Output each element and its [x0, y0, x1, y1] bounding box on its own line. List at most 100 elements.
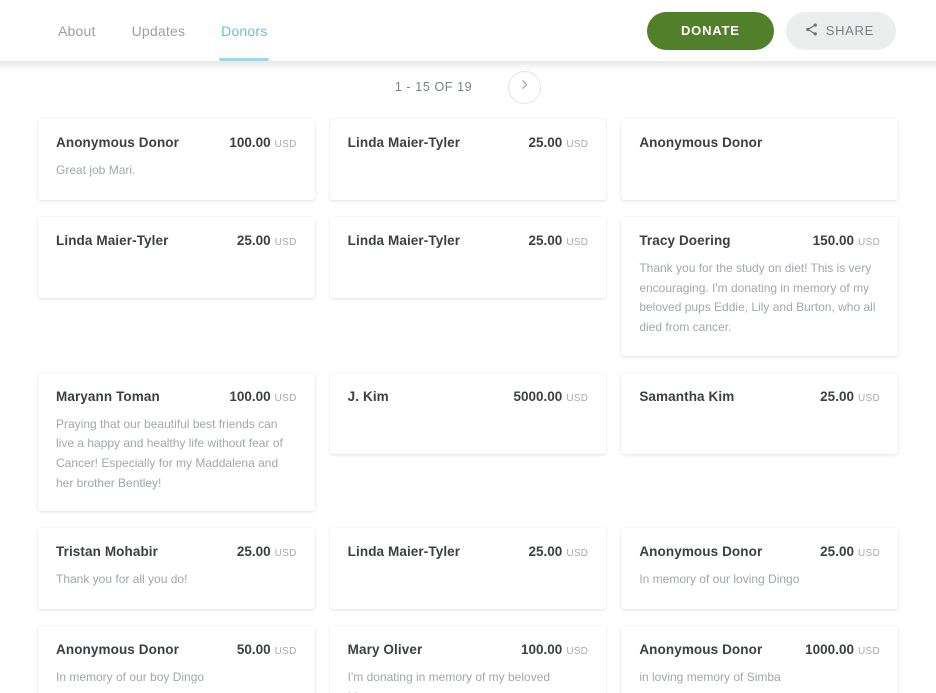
donor-message: Thank you for the study on diet! This is… [639, 261, 876, 335]
tab-bar: About Updates Donors [40, 0, 285, 61]
donor-amount-group: 25.00 USD [820, 544, 880, 559]
donor-name: Linda Maier-Tyler [347, 544, 461, 560]
donor-card-header: Linda Maier-Tyler 25.00 USD [348, 233, 589, 248]
donor-card-header: Linda Maier-Tyler 25.00 USD [56, 233, 297, 248]
donor-card: Tristan Mohabir 25.00 USD Thank you for all… [38, 528, 315, 610]
donate-button[interactable]: DONATE [646, 11, 774, 50]
donor-card: Samantha Kim 25.00 USD [621, 372, 898, 454]
donor-card: J. Kim 5000.00 USD [329, 372, 607, 454]
donor-currency: USD [274, 237, 297, 248]
share-button-label: SHARE [825, 23, 874, 38]
donor-card: Anonymous Donor [621, 119, 898, 200]
donor-card-header: Linda Maier-Tyler 25.00 USD [348, 544, 589, 559]
donor-card: Mary Oliver 100.00 USD I'm donating in memo… [329, 626, 607, 693]
donor-amount: 100.00 [521, 642, 563, 658]
tab-donors[interactable]: Donors [203, 0, 285, 61]
donor-currency: USD [857, 392, 880, 404]
donor-amount-group: 100.00 USD [229, 135, 296, 150]
donor-message: I'm donating in memory of my beloved Mor… [347, 670, 551, 693]
donor-message: Thank you for all you do! [56, 572, 188, 587]
donor-name: Anonymous Donor [639, 642, 763, 658]
donor-name: Linda Maier-Tyler [56, 233, 169, 248]
donor-currency: USD [274, 548, 297, 560]
donor-name: Anonymous Donor [639, 135, 763, 150]
donor-amount: 25.00 [820, 544, 854, 560]
donor-currency: USD [274, 392, 297, 404]
donor-card: Linda Maier-Tyler 25.00 USD [38, 217, 315, 298]
donor-amount-group: 100.00 USD [521, 642, 588, 657]
donor-name: Tristan Mohabir [56, 544, 159, 560]
donor-card: Maryann Toman 100.00 USD Praying that our b… [38, 372, 315, 512]
donor-name: Anonymous Donor [56, 135, 179, 150]
tab-updates[interactable]: Updates [114, 0, 204, 61]
donor-amount-group: 25.00 USD [820, 389, 880, 404]
donor-card: Anonymous Donor 25.00 USD In memory of our … [621, 528, 898, 610]
donor-card-header: Anonymous Donor 50.00 USD [56, 642, 297, 657]
tab-active-underline [219, 58, 270, 61]
donor-name: Tracy Doering [639, 233, 731, 248]
donor-amount: 1000.00 [805, 642, 854, 658]
donor-message: in loving memory of Simba [639, 670, 781, 685]
donor-amount-group: 1000.00 USD [805, 642, 880, 657]
donor-card-header: Tristan Mohabir 25.00 USD [56, 544, 297, 559]
donor-amount-group: 25.00 USD [237, 544, 297, 559]
donor-amount: 25.00 [236, 233, 271, 248]
donor-currency: USD [566, 237, 589, 248]
donor-amount: 25.00 [820, 388, 854, 404]
donor-amount: 100.00 [229, 388, 271, 404]
donor-name: Mary Oliver [347, 642, 423, 658]
donor-currency: USD [274, 646, 297, 658]
donor-name: Linda Maier-Tyler [347, 135, 461, 150]
donor-name: Anonymous Donor [639, 544, 763, 560]
donor-name: Linda Maier-Tyler [347, 233, 461, 248]
donor-amount: 25.00 [528, 233, 563, 248]
donor-currency: USD [857, 237, 880, 248]
next-page-button[interactable] [508, 70, 542, 104]
donor-amount: 150.00 [812, 233, 854, 248]
donor-amount-group: 100.00 USD [229, 389, 296, 404]
donor-card-header: J. Kim 5000.00 USD [348, 389, 589, 404]
donor-amount: 25.00 [528, 544, 563, 560]
donor-amount-group: 50.00 USD [237, 642, 297, 657]
donor-currency: USD [566, 392, 589, 404]
donor-message: In memory of our loving Dingo [639, 572, 800, 587]
donor-currency: USD [566, 139, 589, 150]
donor-card-header: Anonymous Donor 25.00 USD [639, 544, 880, 559]
donor-card-header: Linda Maier-Tyler 25.00 USD [348, 135, 589, 150]
donor-card-header: Mary Oliver 100.00 USD [348, 642, 589, 657]
donor-amount: 50.00 [236, 642, 271, 658]
header-actions: DONATE SHARE [646, 11, 896, 50]
tab-about[interactable]: About [40, 0, 114, 61]
donor-amount: 25.00 [236, 544, 271, 560]
donor-currency: USD [566, 548, 589, 560]
donor-card: Anonymous Donor 1000.00 USD in loving memor… [621, 626, 898, 693]
tab-donors-label: Donors [221, 22, 268, 39]
donor-card: Linda Maier-Tyler 25.00 USD [329, 528, 607, 610]
donor-name: J. Kim [347, 388, 389, 404]
share-button[interactable]: SHARE [785, 11, 896, 50]
donor-message: Great job Mari. [56, 163, 136, 177]
donor-message: Praying that our beautiful best friends … [56, 416, 283, 490]
donor-card-header: Samantha Kim 25.00 USD [639, 389, 880, 404]
page-header: About Updates Donors DONATE SHARE [0, 0, 936, 61]
donor-amount-group: 25.00 USD [529, 233, 589, 248]
donor-message: In memory of our boy Dingo [56, 670, 205, 685]
donor-card: Anonymous Donor 50.00 USD In memory of our … [38, 626, 315, 693]
donor-amount-group: 150.00 USD [813, 233, 880, 248]
tab-about-label: About [58, 22, 96, 39]
share-icon [804, 22, 819, 40]
donor-amount-group: 25.00 USD [237, 233, 297, 248]
donor-list: Anonymous Donor 100.00 USD Great job Mari. L… [0, 113, 936, 693]
pagination-range-label: 1 - 15 OF 19 [394, 80, 473, 94]
donor-amount: 25.00 [528, 135, 563, 150]
donor-card: Linda Maier-Tyler 25.00 USD [329, 119, 607, 200]
donor-card-header: Tracy Doering 150.00 USD [639, 233, 880, 248]
donor-card-header: Anonymous Donor [639, 135, 880, 150]
donor-card: Anonymous Donor 100.00 USD Great job Mari. [38, 119, 315, 200]
chevron-right-icon [518, 78, 531, 96]
donor-amount: 100.00 [229, 135, 271, 150]
pagination-bar: 1 - 15 OF 19 [0, 61, 936, 113]
donor-amount-group: 25.00 USD [529, 544, 589, 559]
donor-name: Samantha Kim [639, 388, 735, 404]
donor-card-header: Anonymous Donor 1000.00 USD [639, 642, 880, 657]
